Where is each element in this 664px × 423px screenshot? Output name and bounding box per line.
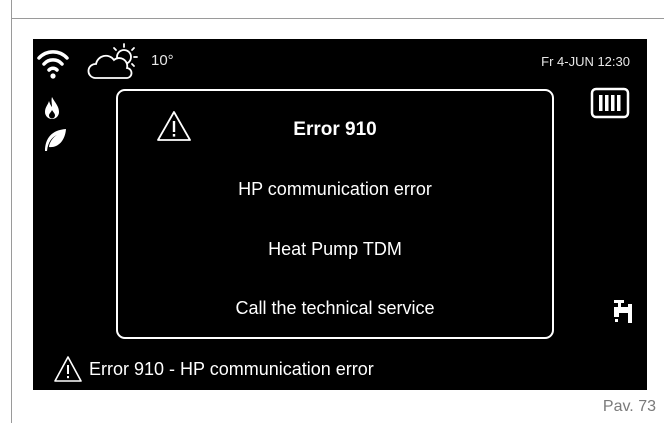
- wifi-icon: [37, 50, 69, 79]
- error-dialog: Error 910 HP communication error Heat Pu…: [116, 89, 554, 339]
- date-time: Fr 4-JUN 12:30: [541, 54, 630, 69]
- flame-icon: [45, 97, 59, 119]
- status-bar: Error 910 - HP communication error: [53, 354, 374, 384]
- page-frame-left: [11, 0, 12, 423]
- outdoor-temperature: 10°: [151, 52, 174, 69]
- error-title: Error 910: [293, 119, 377, 140]
- tap-icon[interactable]: [611, 297, 635, 323]
- error-description: HP communication error: [238, 179, 432, 199]
- display-screen: 10° Fr 4-JUN 12:30 Error 910 HP communic…: [33, 39, 647, 390]
- page-frame-top: [11, 18, 664, 19]
- partly-cloudy-icon: [87, 43, 138, 79]
- warning-triangle-icon: [54, 356, 82, 382]
- error-source: Heat Pump TDM: [268, 239, 402, 259]
- status-message: Error 910 - HP communication error: [89, 358, 374, 379]
- leaf-icon: [45, 129, 66, 151]
- error-action: Call the technical service: [235, 298, 435, 318]
- page-number: Pav. 73: [602, 398, 656, 415]
- radiator-icon[interactable]: [590, 87, 630, 119]
